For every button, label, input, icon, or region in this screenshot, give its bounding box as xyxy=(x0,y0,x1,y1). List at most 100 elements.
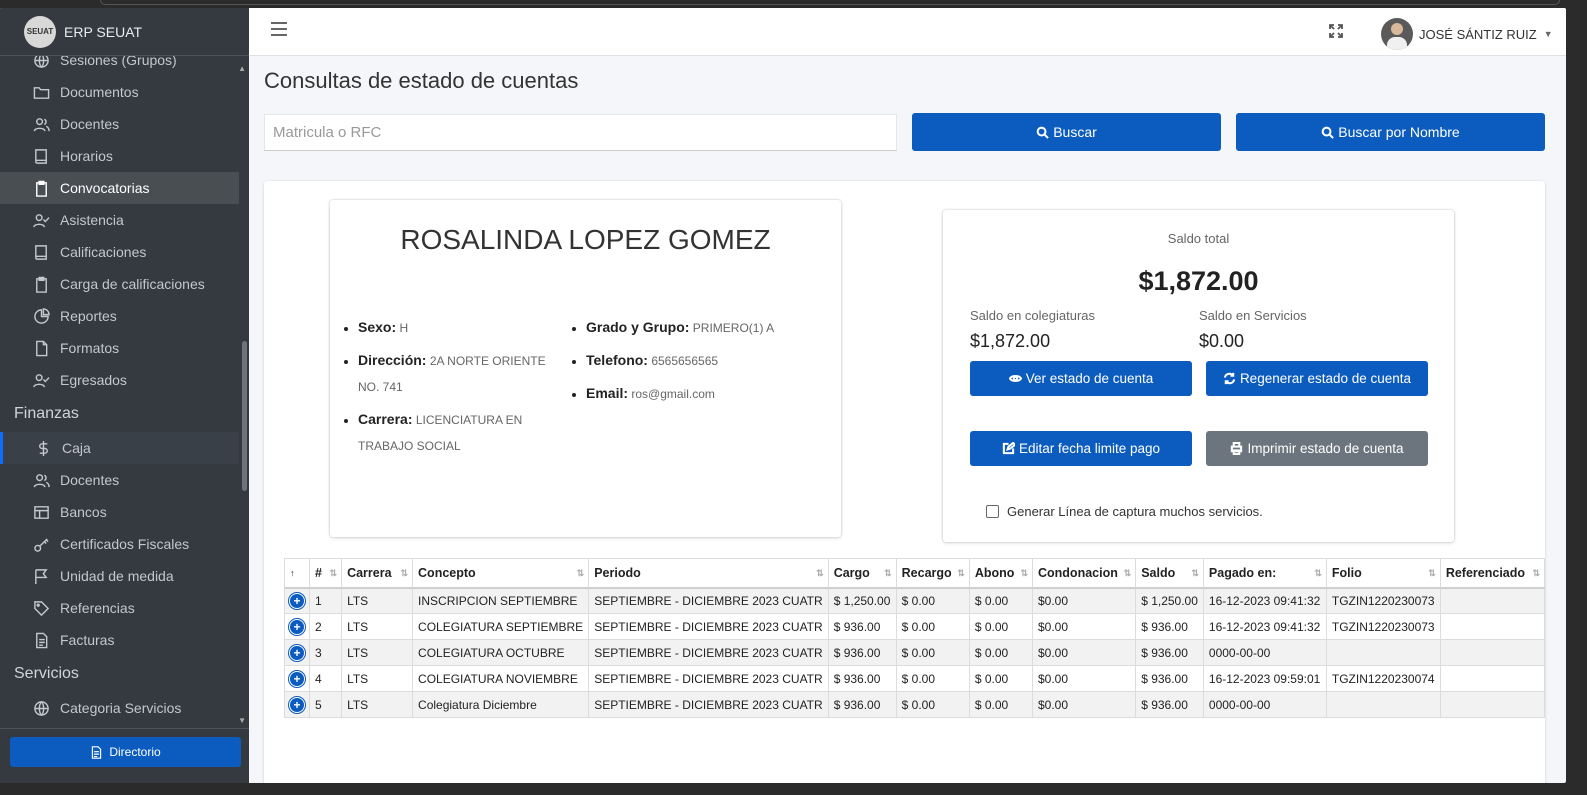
direccion-item: Dirección: 2A NORTE ORIENTE NO. 741 xyxy=(358,347,570,400)
column-header[interactable]: Pagado en: ⇅ xyxy=(1202,558,1327,589)
ver-estado-button[interactable]: Ver estado de cuenta xyxy=(970,361,1192,396)
saldo-card: Saldo total $1,872.00 Saldo en colegiatu… xyxy=(943,210,1454,542)
column-header-label: Saldo xyxy=(1141,565,1176,580)
table-cell: $ 936.00 xyxy=(1135,639,1204,666)
column-header-label: Pagado en: xyxy=(1208,565,1277,580)
sidebar-item-referencias[interactable]: Referencias xyxy=(0,592,239,624)
sidebar-footer: Directorio xyxy=(0,728,249,783)
table-cell xyxy=(1325,639,1441,666)
file-icon xyxy=(32,339,50,357)
sidebar-item-label: Convocatorias xyxy=(60,180,150,196)
avatar xyxy=(1381,18,1413,50)
imprimir-estado-button[interactable]: Imprimir estado de cuenta xyxy=(1206,431,1428,466)
expand-row-icon[interactable]: + xyxy=(290,619,304,634)
column-header-label: Cargo xyxy=(833,565,870,580)
table-cell: TGZIN1220230073 xyxy=(1325,613,1441,640)
table-cell: 1 xyxy=(308,587,343,614)
sidebar-item-documentos[interactable]: Documentos xyxy=(0,76,239,108)
top-navbar: JOSÉ SÁNTIZ RUIZ ▼ xyxy=(249,8,1566,56)
table-cell: $0.00 xyxy=(1031,665,1137,692)
sidebar-item-egresados[interactable]: Egresados xyxy=(0,364,239,396)
column-header[interactable]: # ⇅ xyxy=(308,558,343,589)
sidebar-item-bancos[interactable]: Bancos xyxy=(0,496,239,528)
sidebar-item-reportes[interactable]: Reportes xyxy=(0,300,239,332)
column-header[interactable]: ↑ xyxy=(284,558,310,589)
column-header-label: Periodo xyxy=(594,565,641,580)
sidebar-item-certificados-fiscales[interactable]: Certificados Fiscales xyxy=(0,528,239,560)
sort-icon: ⇅ xyxy=(1314,568,1322,578)
user-menu[interactable]: JOSÉ SÁNTIZ RUIZ ▼ xyxy=(1381,18,1553,50)
sidebar-item-formatos[interactable]: Formatos xyxy=(0,332,239,364)
table-row[interactable]: +3 LTS COLEGIATURA OCTUBRE SEPTIEMBRE - DIC… xyxy=(284,639,1546,666)
sidebar-item-asistencia[interactable]: Asistencia xyxy=(0,204,239,236)
flag-icon xyxy=(32,567,50,585)
table-cell: COLEGIATURA SEPTIEMBRE xyxy=(412,613,590,640)
sidebar-item-categoria-servicios[interactable]: Categoria Servicios xyxy=(0,692,239,724)
table-row[interactable]: +2 LTS COLEGIATURA SEPTIEMBRE SEPTIEMBRE - … xyxy=(284,613,1546,640)
table-row[interactable]: +4 LTS COLEGIATURA NOVIEMBRE SEPTIEMBRE - D… xyxy=(284,665,1546,692)
fullscreen-icon[interactable] xyxy=(1329,24,1343,38)
editar-fecha-button[interactable]: Editar fecha limite pago xyxy=(970,431,1192,466)
sidebar-item-carga-de-calificaciones[interactable]: Carga de calificaciones xyxy=(0,268,239,300)
table-cell: SEPTIEMBRE - DICIEMBRE 2023 CUATR xyxy=(588,691,829,718)
directorio-label: Directorio xyxy=(109,745,161,759)
sidebar-item-label: Formatos xyxy=(60,340,120,356)
expand-row-icon[interactable]: + xyxy=(290,645,304,660)
column-header[interactable]: Periodo ⇅ xyxy=(588,558,829,589)
column-header-label: # xyxy=(315,565,322,580)
column-header[interactable]: Saldo ⇅ xyxy=(1135,558,1204,589)
search-input[interactable]: Matricula o RFC xyxy=(264,114,897,151)
sidebar-item-label: Unidad de medida xyxy=(60,568,174,584)
sidebar-item-docentes[interactable]: Docentes xyxy=(0,464,239,496)
brand[interactable]: SEUAT ERP SEUAT xyxy=(0,8,249,56)
column-header[interactable]: Abono ⇅ xyxy=(968,558,1034,589)
table-cell xyxy=(1325,691,1441,718)
table-cell: $ 936.00 xyxy=(827,639,897,666)
table-cell: 3 xyxy=(308,639,343,666)
column-header-label: Condonacion xyxy=(1038,565,1118,580)
buscar-button[interactable]: Buscar xyxy=(912,113,1221,151)
sidebar-item-facturas[interactable]: Facturas xyxy=(0,624,239,656)
column-header[interactable]: Cargo ⇅ xyxy=(827,558,897,589)
regenerar-estado-button[interactable]: Regenerar estado de cuenta xyxy=(1206,361,1428,396)
expand-row-icon[interactable]: + xyxy=(290,593,304,608)
sidebar-item-label: Calificaciones xyxy=(60,244,147,260)
column-header[interactable]: Folio ⇅ xyxy=(1325,558,1441,589)
column-header[interactable]: Condonacion ⇅ xyxy=(1031,558,1137,589)
cuentas-table: ↑ # ⇅ Carrera ⇅ Concepto ⇅ Periodo ⇅ Cargo ⇅ Recarg… xyxy=(284,558,1546,718)
buscar-por-nombre-button[interactable]: Buscar por Nombre xyxy=(1236,113,1545,151)
column-header[interactable]: Referenciado ⇅ xyxy=(1439,558,1546,589)
sidebar-item-calificaciones[interactable]: Calificaciones xyxy=(0,236,239,268)
sidebar-scrollbar[interactable] xyxy=(242,341,247,491)
generar-linea-checkbox-row[interactable]: Generar Línea de captura muchos servicio… xyxy=(986,504,1263,519)
column-header[interactable]: Concepto ⇅ xyxy=(412,558,590,589)
table-row[interactable]: +5 LTS Colegiatura Diciembre SEPTIEMBRE - D… xyxy=(284,691,1546,718)
sidebar-item-horarios[interactable]: Horarios xyxy=(0,140,239,172)
expand-cell: + xyxy=(284,665,310,692)
sidebar-item-docentes[interactable]: Docentes xyxy=(0,108,239,140)
book-icon xyxy=(32,243,50,261)
generar-linea-checkbox[interactable] xyxy=(986,505,999,518)
sidebar-item-sesiones-grupos[interactable]: Sesiones (Grupos) xyxy=(0,56,239,76)
sidebar-item-unidad-de-medida[interactable]: Unidad de medida xyxy=(0,560,239,592)
expand-row-icon[interactable]: + xyxy=(290,697,304,712)
scroll-up-arrow[interactable]: ▲ xyxy=(238,64,246,73)
scroll-down-arrow[interactable]: ▼ xyxy=(238,716,246,725)
table-cell: $ 0.00 xyxy=(895,639,970,666)
menu-toggle-icon[interactable] xyxy=(271,22,287,38)
expand-row-icon[interactable]: + xyxy=(290,671,304,686)
edit-icon xyxy=(1002,442,1015,455)
sidebar-item-label: Caja xyxy=(62,440,91,456)
column-header[interactable]: Recargo ⇅ xyxy=(895,558,970,589)
print-icon xyxy=(1231,442,1243,455)
dollar-icon xyxy=(34,439,52,457)
table-row[interactable]: +1 LTS INSCRIPCION SEPTIEMBRE SEPTIEMBRE - … xyxy=(284,587,1546,614)
sidebar-item-convocatorias[interactable]: Convocatorias xyxy=(0,172,239,204)
expand-cell: + xyxy=(284,613,310,640)
grado-item: Grado y Grupo: PRIMERO(1) A xyxy=(586,314,828,341)
table-cell: LTS xyxy=(341,665,414,692)
table-cell: 0000-00-00 xyxy=(1202,639,1327,666)
directorio-button[interactable]: Directorio xyxy=(10,737,241,767)
sidebar-item-caja[interactable]: Caja xyxy=(0,432,239,464)
column-header[interactable]: Carrera ⇅ xyxy=(341,558,414,589)
